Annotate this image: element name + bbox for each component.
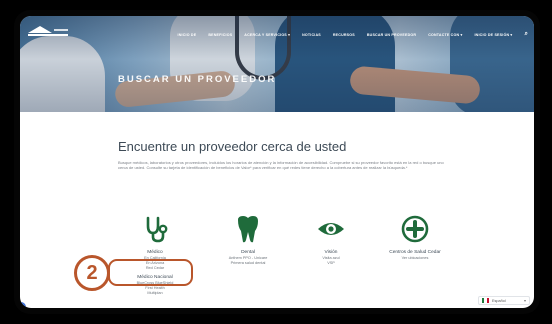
chevron-down-icon: ▾ — [523, 298, 526, 303]
search-icon[interactable]: ⌕ — [524, 31, 528, 38]
tooth-icon — [233, 214, 263, 244]
nav-item-news[interactable]: NOTICIAS — [302, 33, 321, 37]
link-primera-dental[interactable]: Primera salud dental — [203, 261, 293, 266]
annotation-step-badge: 2 — [74, 255, 110, 291]
nav-item-about[interactable]: ACERCA Y SERVICIOS ▾ — [244, 33, 290, 37]
hero-title: BUSCAR UN PROVEEDOR — [118, 74, 277, 85]
logo-bar — [28, 34, 68, 36]
nav-item-benefits[interactable]: BENEFICIOS — [208, 33, 232, 37]
device-frame: INICIO DE BENEFICIOS ACERCA Y SERVICIOS … — [14, 10, 540, 314]
annotation-highlight-box — [108, 259, 193, 286]
mexico-flag-icon — [482, 298, 489, 303]
nav-item-resources[interactable]: RECURSOS — [333, 33, 355, 37]
category-dental: Dental Anthem PPO - Unicare Primera salu… — [203, 214, 293, 266]
category-health-centers: Centros de Salud Cedar Ver ubicaciones — [370, 214, 460, 261]
help-button[interactable]: ? — [20, 302, 26, 308]
nav-item-find-provider[interactable]: BUSCAR UN PROVEEDOR — [367, 33, 416, 37]
site-logo[interactable] — [28, 26, 68, 38]
language-label: Español — [492, 298, 506, 303]
top-nav: INICIO DE BENEFICIOS ACERCA Y SERVICIOS … — [178, 31, 528, 38]
eye-icon — [316, 214, 346, 244]
category-vision: Visión Visita azul VSP — [286, 214, 376, 266]
page-heading: Encuentre un proveedor cerca de usted — [118, 139, 347, 154]
link-ver-ubicaciones[interactable]: Ver ubicaciones — [370, 256, 460, 261]
logo-roof-icon — [28, 26, 52, 33]
nav-item-home[interactable]: INICIO DE — [178, 33, 197, 37]
hero-banner: INICIO DE BENEFICIOS ACERCA Y SERVICIOS … — [20, 16, 534, 112]
stethoscope-icon — [140, 214, 170, 244]
language-selector[interactable]: Español ▾ — [478, 296, 530, 305]
nav-item-login[interactable]: INICIO DE SESIÓN ▾ — [474, 33, 512, 37]
nav-item-contact[interactable]: CONTACTE CON ▾ — [428, 33, 462, 37]
link-vsp[interactable]: VSP — [286, 261, 376, 266]
intro-paragraph: Busque médicos, laboratorios y otros pro… — [118, 160, 444, 171]
link-multiplan[interactable]: Multiplan — [110, 291, 200, 296]
plus-circle-icon — [400, 214, 430, 244]
logo-bar-short — [54, 29, 68, 31]
